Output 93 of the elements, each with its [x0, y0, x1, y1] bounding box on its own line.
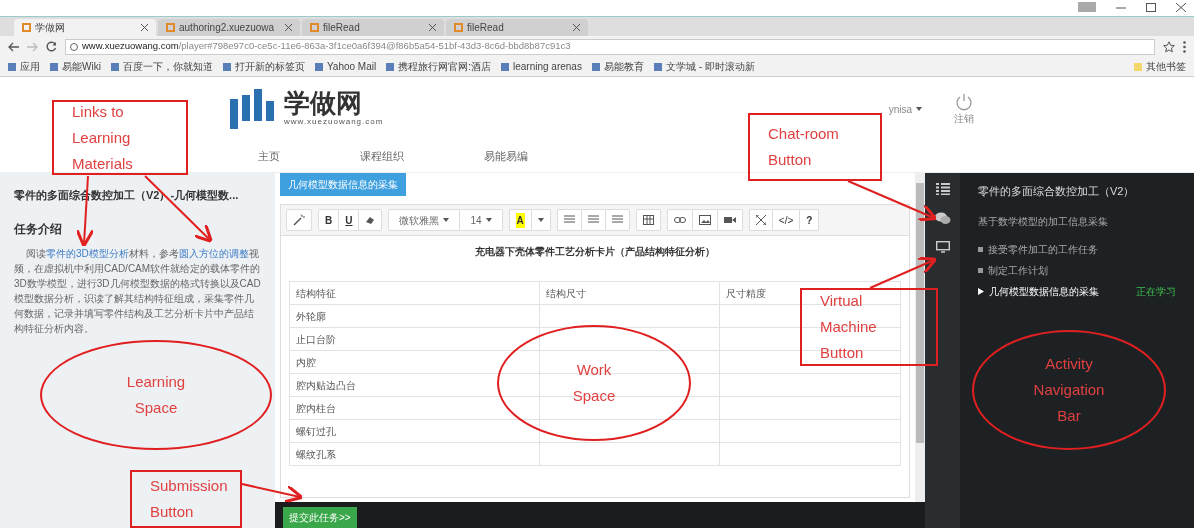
- annotation-callout: Learning Space: [40, 340, 272, 450]
- address-bar[interactable]: www.xuezuowang.com/player#798e97c0-ce5c-11e6-863a-3f1ce0a6f394@f86b5a54-51bf-43d3-8c6d-bbd8b87c91c3: [65, 38, 1155, 55]
- activity-item[interactable]: 接受零件加工的工作任务: [978, 238, 1176, 260]
- browser-tab[interactable]: 学做网: [14, 19, 156, 36]
- help-button[interactable]: ?: [800, 210, 819, 230]
- bookmark[interactable]: Yahoo Mail: [314, 59, 377, 74]
- tab-close-icon[interactable]: [141, 24, 148, 31]
- table-cell: 腔内贴边凸台: [289, 373, 540, 397]
- annotation-callout: Work Space: [497, 325, 691, 441]
- bookmark[interactable]: 打开新的标签页: [222, 59, 305, 74]
- material-link[interactable]: 圆入方位的调整: [178, 247, 249, 259]
- table-icon: [642, 215, 654, 225]
- square-icon: [978, 246, 983, 252]
- play-icon: [978, 287, 984, 295]
- bookmark[interactable]: 易能Wiki: [50, 59, 101, 74]
- browser-tab[interactable]: authoring2.xuezuowa: [158, 19, 300, 36]
- caret-icon: [916, 107, 922, 111]
- list-icon: [563, 215, 575, 225]
- logo-icon: [230, 89, 276, 129]
- nav-link[interactable]: 易能易编: [484, 148, 528, 165]
- tab-close-icon[interactable]: [285, 24, 292, 31]
- tab-favicon-icon: [22, 23, 31, 32]
- caret-icon: [443, 218, 450, 222]
- status-label: 正在学习: [1136, 284, 1176, 299]
- list-icon: [587, 215, 599, 225]
- table-header-cell: 结构特征: [289, 281, 540, 305]
- tab-favicon-icon: [454, 23, 463, 32]
- align-icon: [611, 215, 623, 225]
- annotation-callout: Activity Navigation Bar: [972, 330, 1166, 450]
- table-cell: 止口台阶: [289, 327, 540, 351]
- material-link[interactable]: 零件的3D模型分析: [46, 247, 129, 259]
- video-icon: [723, 216, 736, 224]
- tab-favicon-icon: [310, 23, 319, 32]
- browser-tab[interactable]: fileRead: [446, 19, 588, 36]
- user-menu[interactable]: ynisa: [888, 101, 922, 117]
- toolbar-dropdown[interactable]: 14: [460, 210, 502, 230]
- code-view-button[interactable]: </>: [772, 210, 801, 230]
- other-bookmarks[interactable]: 其他书签: [1134, 59, 1186, 74]
- browser-tab[interactable]: fileRead: [302, 19, 444, 36]
- annotation-callout: Links to Learning Materials: [52, 100, 188, 175]
- bookmark[interactable]: 易能教育: [591, 59, 644, 74]
- image-icon: [698, 215, 711, 225]
- annotation-callout: Virtual Machine Button: [800, 288, 938, 366]
- table-cell: 内腔: [289, 350, 540, 374]
- caret-icon: [537, 218, 544, 222]
- document-title: 充电器下壳体零件工艺分析卡片（产品结构特征分析）: [474, 245, 716, 259]
- fullscreen-icon: [755, 215, 766, 225]
- logout-label[interactable]: 注销: [954, 110, 974, 126]
- tab-favicon-icon: [166, 23, 175, 32]
- caret-icon: [485, 218, 492, 222]
- table-cell: 外轮廓: [289, 304, 540, 328]
- bookmark[interactable]: 百度一下，你就知道: [110, 59, 213, 74]
- activity-subtitle: 基于数学模型的加工信息采集: [978, 214, 1109, 229]
- nav-link[interactable]: 主页: [258, 148, 280, 165]
- logo-url: www.xuezuowang.com: [284, 117, 384, 128]
- table-cell: 螺纹孔系: [289, 442, 540, 466]
- menu-icon[interactable]: [1183, 40, 1186, 53]
- reload-icon[interactable]: [46, 41, 57, 52]
- section-heading: 任务介绍: [14, 220, 63, 238]
- nav-link[interactable]: 课程组织: [360, 148, 404, 165]
- activity-item[interactable]: 制定工作计划: [978, 259, 1176, 281]
- maximize-icon[interactable]: [1146, 0, 1156, 12]
- power-icon[interactable]: [955, 92, 973, 111]
- tab-close-icon[interactable]: [573, 24, 580, 31]
- back-icon[interactable]: [8, 41, 19, 52]
- square-icon: [978, 267, 983, 273]
- eraser-icon: [365, 215, 376, 225]
- bookmark[interactable]: 文学城 - 即时滚动新: [653, 59, 755, 74]
- toolbar-dropdown[interactable]: 微软雅黑: [389, 210, 461, 230]
- activity-item[interactable]: 几何模型数据信息的采集 正在学习: [978, 280, 1176, 302]
- bold-button[interactable]: B: [319, 210, 340, 230]
- annotation-callout: Submission Button: [130, 470, 242, 528]
- close-icon[interactable]: [1176, 0, 1186, 12]
- underline-button[interactable]: U: [339, 210, 360, 230]
- table-cell: 螺钉过孔: [289, 419, 540, 443]
- magic-wand-icon: [293, 214, 305, 226]
- logo-text: 学做网: [284, 90, 363, 116]
- link-icon: [673, 216, 686, 224]
- bookmark[interactable]: 应用: [8, 59, 40, 74]
- highlight-button[interactable]: A: [509, 210, 532, 230]
- bookmark[interactable]: learning arenas: [500, 59, 582, 74]
- task-description: 阅读零件的3D模型分析材料，参考圆入方位的调整视频，在虚拟机中利用CAD/CAM软件就给定的载体零件的3D数学模型，进行3D几何模型数据的格式转换以及CAD模型数据分析，识读了解其结构特征组成，采集零件几何数据，记录并填写零件结构及工艺分析卡片中产品结构特征分析内容。: [14, 246, 261, 336]
- scrollbar[interactable]: [915, 173, 925, 502]
- activity-title: 零件的多面综合数控加工（V2）: [978, 184, 1136, 199]
- monitor-icon[interactable]: [935, 241, 950, 253]
- table-header-cell: 结构尺寸: [539, 281, 720, 305]
- table-cell: 腔内柱台: [289, 396, 540, 420]
- bookmark[interactable]: 携程旅行网官网:酒店: [386, 59, 491, 74]
- chat-icon[interactable]: [934, 211, 951, 225]
- list-icon[interactable]: [935, 183, 950, 195]
- annotation-callout: Chat-room Button: [748, 113, 882, 181]
- tab-close-icon[interactable]: [429, 24, 436, 31]
- star-icon[interactable]: [1163, 40, 1175, 53]
